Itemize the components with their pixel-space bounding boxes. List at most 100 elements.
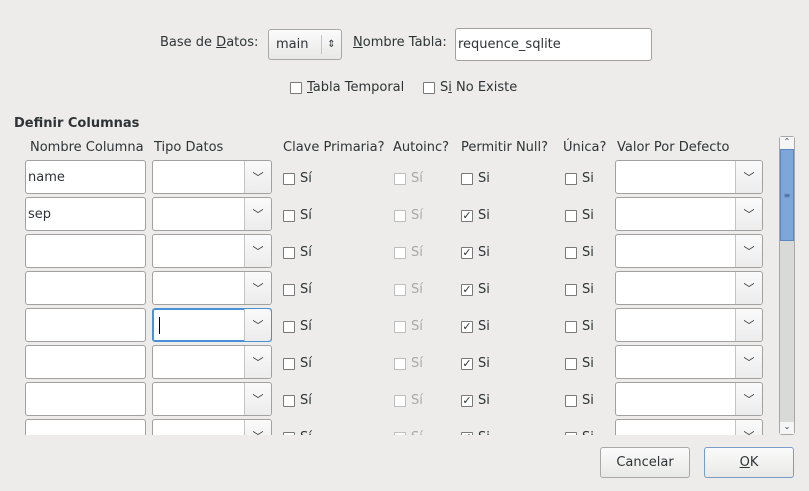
unique-checkbox[interactable]: Si <box>565 208 594 223</box>
pk-checkbox[interactable]: Sí <box>283 356 312 371</box>
pk-checkbox[interactable]: Sí <box>283 282 312 297</box>
ai-checkbox: Sí <box>394 356 423 371</box>
null-checkbox[interactable]: ✓Si <box>461 319 490 334</box>
chevron-down-icon[interactable]: ﹀ <box>735 161 762 193</box>
pk-checkbox[interactable]: Sí <box>283 171 312 186</box>
ok-button[interactable]: OK <box>704 447 794 478</box>
unique-checkbox[interactable]: Si <box>565 356 594 371</box>
section-title: Definir Columnas <box>14 116 140 131</box>
default-value-combo[interactable]: ﹀ <box>615 382 763 416</box>
ai-checkbox: Sí <box>394 245 423 260</box>
checkbox-icon <box>565 357 577 370</box>
unique-checkbox[interactable]: Si <box>565 282 594 297</box>
column-row: ﹀ Sí Sí ✓Si Si ﹀ <box>0 419 780 435</box>
pk-checkbox[interactable]: Sí <box>283 393 312 408</box>
scroll-up-icon[interactable]: ⌃ <box>780 137 794 149</box>
data-type-combo[interactable]: ﹀ <box>152 197 272 231</box>
column-row: ﹀ Sí Sí ✓Si Si ﹀ <box>0 234 780 271</box>
pk-checkbox[interactable]: Sí <box>283 319 312 334</box>
checkbox-icon <box>565 320 577 333</box>
if-not-exists-checkbox[interactable]: Si No Existe <box>423 80 517 95</box>
ai-checkbox: Sí <box>394 282 423 297</box>
null-checkbox[interactable]: Si <box>461 171 490 186</box>
null-checkbox[interactable]: ✓Si <box>461 393 490 408</box>
default-value-combo[interactable]: ﹀ <box>615 271 763 305</box>
null-checkbox[interactable]: ✓Si <box>461 282 490 297</box>
data-type-combo[interactable]: ﹀ <box>152 345 272 379</box>
column-row: ﹀ Sí Sí ✓Si Si ﹀ <box>0 271 780 308</box>
checkbox-icon <box>565 246 577 259</box>
data-type-combo[interactable]: ﹀ <box>152 160 272 194</box>
checkbox-icon <box>394 394 406 407</box>
default-value-combo[interactable]: ﹀ <box>615 345 763 379</box>
default-value-combo[interactable]: ﹀ <box>615 308 763 342</box>
checkbox-icon <box>565 394 577 407</box>
unique-checkbox[interactable]: Si <box>565 171 594 186</box>
chevron-down-icon[interactable]: ﹀ <box>244 346 271 378</box>
column-name-input[interactable]: sep <box>25 197 146 231</box>
scroll-down-icon[interactable]: ⌄ <box>780 422 794 434</box>
column-name-input[interactable] <box>25 345 146 379</box>
unique-checkbox[interactable]: Si <box>565 319 594 334</box>
default-value-combo[interactable]: ﹀ <box>615 419 763 435</box>
checkbox-icon: ✓ <box>461 246 473 259</box>
column-name-input[interactable] <box>25 419 146 435</box>
chevron-down-icon[interactable]: ﹀ <box>244 198 271 230</box>
chevron-down-icon[interactable]: ﹀ <box>244 420 271 435</box>
chevron-down-icon[interactable]: ﹀ <box>244 161 271 193</box>
column-name-input[interactable] <box>25 308 146 342</box>
chevron-down-icon[interactable]: ﹀ <box>244 272 271 304</box>
checkbox-icon <box>394 172 406 185</box>
scroll-thumb[interactable]: ≡ <box>780 149 794 241</box>
data-type-combo[interactable]: ﹀ <box>152 271 272 305</box>
null-checkbox[interactable]: ✓Si <box>461 245 490 260</box>
null-checkbox[interactable]: ✓Si <box>461 430 490 435</box>
column-row: name ﹀ Sí Sí Si Si ﹀ <box>0 160 780 197</box>
checkbox-icon <box>283 394 295 407</box>
unique-checkbox[interactable]: Si <box>565 430 594 435</box>
pk-checkbox[interactable]: Sí <box>283 430 312 435</box>
checkbox-icon <box>394 357 406 370</box>
chevron-down-icon[interactable]: ﹀ <box>244 309 271 341</box>
unique-checkbox[interactable]: Si <box>565 393 594 408</box>
scrollbar[interactable]: ⌃ ≡ ⌄ <box>779 136 795 435</box>
temp-table-checkbox[interactable]: Tabla Temporal <box>290 80 404 95</box>
unique-checkbox[interactable]: Si <box>565 245 594 260</box>
data-type-combo[interactable]: ﹀ <box>152 308 272 342</box>
column-name-input[interactable] <box>25 234 146 268</box>
column-row: sep ﹀ Sí Sí ✓ Si Si ﹀ <box>0 197 780 234</box>
chevron-down-icon[interactable]: ﹀ <box>735 272 762 304</box>
chevron-down-icon[interactable]: ﹀ <box>735 346 762 378</box>
database-label: Base de Datos: <box>160 35 259 50</box>
data-type-combo[interactable]: ﹀ <box>152 419 272 435</box>
default-value-combo[interactable]: ﹀ <box>615 160 763 194</box>
chevron-down-icon[interactable]: ﹀ <box>735 420 762 435</box>
column-name-input[interactable]: name <box>25 160 146 194</box>
table-name-input[interactable]: requence_sqlite <box>455 28 652 61</box>
chevron-down-icon[interactable]: ﹀ <box>735 383 762 415</box>
pk-checkbox[interactable]: Sí <box>283 208 312 223</box>
column-row: ﹀ Sí Sí ✓Si Si ﹀ <box>0 345 780 382</box>
data-type-combo[interactable]: ﹀ <box>152 234 272 268</box>
null-checkbox[interactable]: ✓Si <box>461 356 490 371</box>
cancel-button[interactable]: Cancelar <box>600 447 690 478</box>
default-value-combo[interactable]: ﹀ <box>615 197 763 231</box>
checkbox-icon <box>423 81 435 94</box>
chevron-down-icon[interactable]: ﹀ <box>735 198 762 230</box>
chevron-down-icon[interactable]: ﹀ <box>735 309 762 341</box>
data-type-combo[interactable]: ﹀ <box>152 382 272 416</box>
checkbox-icon <box>283 320 295 333</box>
column-name-input[interactable] <box>25 271 146 305</box>
ai-checkbox: Sí <box>394 393 423 408</box>
chevron-down-icon[interactable]: ﹀ <box>244 383 271 415</box>
ai-checkbox: Sí <box>394 208 423 223</box>
database-value: main <box>276 37 309 52</box>
default-value-combo[interactable]: ﹀ <box>615 234 763 268</box>
chevron-down-icon[interactable]: ﹀ <box>735 235 762 267</box>
pk-checkbox[interactable]: Sí <box>283 245 312 260</box>
database-select[interactable]: main ⇕ <box>268 29 342 60</box>
null-checkbox[interactable]: ✓Si <box>461 208 490 223</box>
column-name-input[interactable] <box>25 382 146 416</box>
text-cursor <box>159 317 160 334</box>
chevron-down-icon[interactable]: ﹀ <box>244 235 271 267</box>
